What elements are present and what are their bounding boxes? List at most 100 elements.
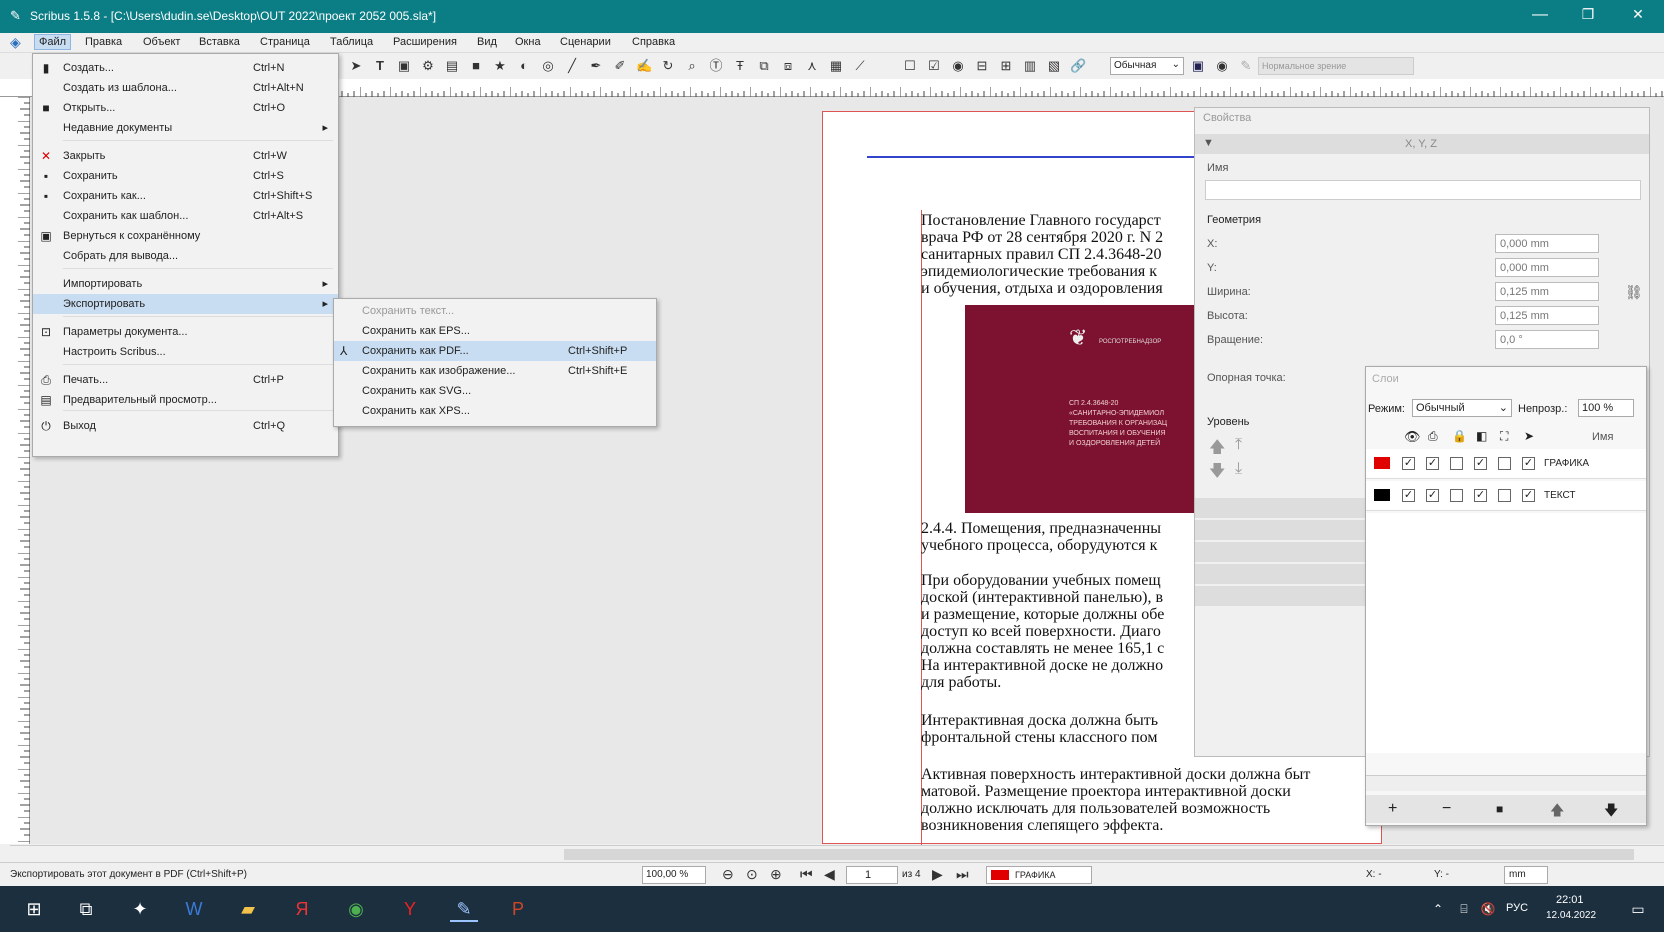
task-view-icon[interactable]: ⧉ [72,896,100,922]
page-number-input[interactable]: 1 [846,866,898,884]
opacity-input[interactable]: 100 % [1578,399,1634,417]
menu-page[interactable]: Страница [260,36,310,48]
menu-object[interactable]: Объект [143,36,180,48]
yandex-icon[interactable]: Y [396,896,424,922]
pdf-link-tool-icon[interactable]: 🔗 [1070,58,1086,74]
text-frame-tool-icon[interactable]: T [372,58,388,74]
next-page-icon[interactable]: ▶ [932,866,943,883]
blend-mode-select[interactable]: Обычный ⌄ [1412,399,1512,417]
layer-lock-checkbox[interactable] [1450,457,1463,470]
clock-date[interactable]: 12.04.2022 [1546,910,1596,921]
powerpoint-icon[interactable]: P [504,896,532,922]
calligraphy-tool-icon[interactable]: ✍ [636,58,652,74]
file-menu-item[interactable]: Создать из шаблона... Ctrl+Alt+N [33,78,338,98]
bezier-tool-icon[interactable]: ✒ [588,58,604,74]
word-icon[interactable]: W [180,896,208,922]
last-page-icon[interactable]: ⏭ [956,866,969,883]
collapsed-section[interactable] [1195,586,1365,606]
menu-edit[interactable]: Правка [85,36,122,48]
layer-outline-checkbox[interactable] [1498,457,1511,470]
zoom-input[interactable]: 100,00 % [642,866,706,884]
pdf-textfield-tool-icon[interactable]: ⊟ [974,58,990,74]
lower-icon[interactable]: 🡇 [1209,460,1225,487]
pdf-radio-tool-icon[interactable]: ◉ [950,58,966,74]
layer-visible-checkbox[interactable]: ✓ [1402,489,1415,502]
rotation-input[interactable]: 0,0 ° [1495,330,1599,349]
layer-print-checkbox[interactable]: ✓ [1426,489,1439,502]
x-input[interactable]: 0,000 mm [1495,234,1599,253]
lower-bottom-icon[interactable]: ⤓ [1235,460,1242,478]
select-tool-icon[interactable]: ➤ [348,58,364,74]
volume-icon[interactable]: 🔇 [1474,896,1502,922]
file-menu-item[interactable]: Экспортировать ▸ [33,294,338,314]
spiral-tool-icon[interactable]: ◎ [540,58,556,74]
layer-select[interactable]: ГРАФИКА [986,866,1092,884]
layer-flow-checkbox[interactable]: ✓ [1474,457,1487,470]
file-menu-item[interactable]: Импортировать ▸ [33,274,338,294]
name-input[interactable] [1205,180,1641,200]
first-page-icon[interactable]: ⏮ [800,866,813,883]
clock-time[interactable]: 22:01 [1556,894,1584,906]
scrollbar-thumb[interactable] [564,849,1634,860]
book-cover-image[interactable]: ❦ РОСПОТРЕБНАДЗОР СП 2.4.3648-20 «САНИТА… [965,305,1197,513]
tab-xyz[interactable]: ▼ X, Y, Z [1195,134,1649,154]
pdf-combo-tool-icon[interactable]: ⊞ [998,58,1014,74]
rotate-tool-icon[interactable]: ↻ [660,58,676,74]
text-frame-2[interactable]: 2.4.4. Помещения, предназначенны учебног… [921,520,1197,556]
raise-icon[interactable]: 🡅 [1209,436,1225,463]
layer-outline-checkbox[interactable] [1498,489,1511,502]
file-menu-item[interactable]: ▣ Вернуться к сохранённому [33,226,338,246]
layer-color-swatch[interactable] [1374,457,1390,469]
layer-lock-checkbox[interactable] [1450,489,1463,502]
canvas-hscrollbar[interactable] [10,845,1664,862]
export-menu-item[interactable]: Сохранить как EPS... [334,321,656,341]
arc-tool-icon[interactable]: ◐ [516,58,532,74]
file-menu-item[interactable]: ✕ Закрыть Ctrl+W [33,146,338,166]
image-frame-tool-icon[interactable]: ▣ [396,58,412,74]
collapsed-section[interactable] [1195,542,1365,562]
pdf-annot-tool-icon[interactable]: ▧ [1046,58,1062,74]
layer-color-swatch[interactable] [1374,489,1390,501]
pdf-list-tool-icon[interactable]: ▥ [1022,58,1038,74]
render-frame-tool-icon[interactable]: ⚙ [420,58,436,74]
menu-table[interactable]: Таблица [330,36,373,48]
collapsed-section[interactable] [1195,564,1365,584]
pdf-checkbox-tool-icon[interactable]: ☑ [926,58,942,74]
unit-select[interactable]: mm [1504,866,1548,884]
chain-link-icon[interactable]: ⛓ [1625,284,1643,301]
file-menu-item[interactable]: Настроить Scribus... [33,342,338,362]
remove-layer-button[interactable]: − [1442,800,1451,818]
layer-select-checkbox[interactable]: ✓ [1522,489,1535,502]
input-language[interactable]: РУС [1506,902,1528,914]
zoom-tool-icon[interactable]: ⌕ [684,58,700,74]
raise-layer-button[interactable]: 🡅 [1550,800,1564,824]
link-frames-icon[interactable]: ⧉ [756,58,772,74]
text-frame-5[interactable]: Активная поверхность интерактивной доски… [921,766,1381,840]
menu-help[interactable]: Справка [632,36,675,48]
layer-print-checkbox[interactable]: ✓ [1426,457,1439,470]
duplicate-layer-button[interactable]: ■ [1496,802,1503,816]
windows-start-icon[interactable]: ⊞ [20,896,48,922]
table-tool-icon[interactable]: ▤ [444,58,460,74]
file-menu-item[interactable]: ⏻ Выход Ctrl+Q [33,416,338,436]
notifications-icon[interactable]: ▭ [1624,896,1652,922]
explorer-folder-icon[interactable]: ▰ [234,896,262,922]
file-menu-item[interactable]: ▪ Сохранить как... Ctrl+Shift+S [33,186,338,206]
menu-insert[interactable]: Вставка [199,36,240,48]
menu-view[interactable]: Вид [477,36,497,48]
text-frame-1[interactable]: Постановление Главного государст врача Р… [921,212,1197,300]
export-menu-item[interactable]: ⅄ Сохранить как PDF... Ctrl+Shift+P [334,341,656,361]
close-window-button[interactable]: ✕ [1618,6,1658,23]
eyedropper-icon[interactable]: ⟋ [852,58,868,74]
file-menu-item[interactable]: Собрать для вывода... [33,246,338,266]
unlink-frames-icon[interactable]: ⧈ [780,58,796,74]
prev-page-icon[interactable]: ◀ [824,866,835,883]
file-menu-item[interactable]: ⎙ Печать... Ctrl+P [33,370,338,390]
zoom-100-icon[interactable]: ⊙ [746,866,758,883]
shape-tool-icon[interactable]: ■ [468,58,484,74]
scribus-taskbar-icon[interactable]: ✎ [450,896,478,922]
height-input[interactable]: 0,125 mm [1495,306,1599,325]
edit-text-tool-icon[interactable]: Ⓣ [708,58,724,74]
y-input[interactable]: 0,000 mm [1495,258,1599,277]
menu-extensions[interactable]: Расширения [393,36,457,48]
